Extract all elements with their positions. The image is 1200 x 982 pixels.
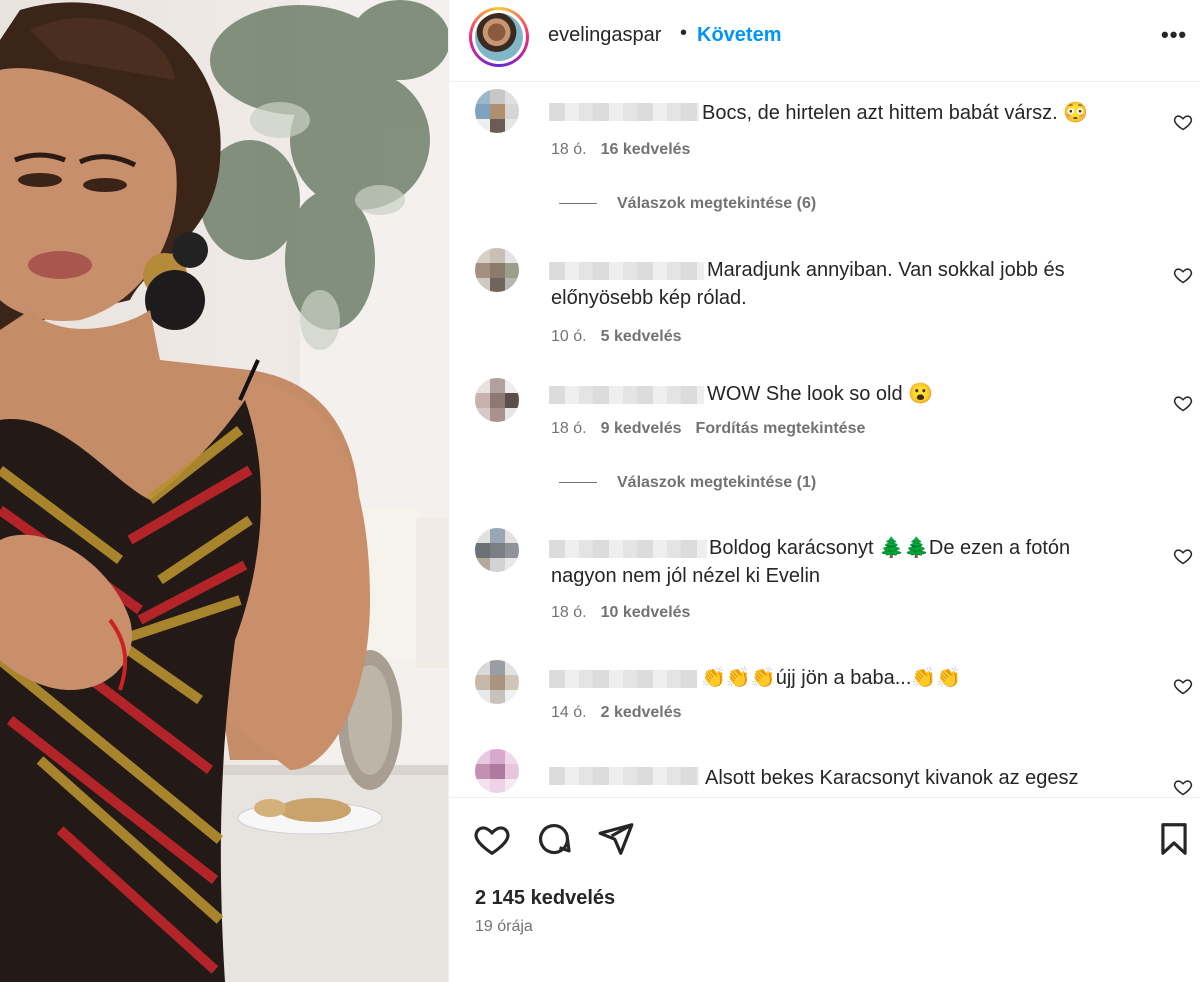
post-likes-count[interactable]: 2 145 kedvelés [475,887,615,910]
clapping-hands-icon: 👏👏 [911,667,962,689]
header-separator: • [680,22,688,44]
heart-icon[interactable] [1173,777,1193,797]
comment-meta: 18 ó. 9 kedvelés Fordítás megtekintése [551,420,866,437]
commenter-avatar[interactable] [475,248,519,292]
surprised-face-icon: 😮 [908,383,934,405]
comment-meta: 18 ó. 10 kedvelés [551,604,691,621]
post-timestamp: 19 órája [475,918,533,935]
comments-list: Bocs, de hirtelen azt hittem babát vársz… [449,83,1200,797]
commenter-avatar[interactable] [475,660,519,704]
view-replies-button[interactable]: Válaszok megtekintése (1) [559,474,816,492]
heart-icon[interactable] [1173,546,1193,566]
comment-likes-count[interactable]: 5 kedvelés [601,328,682,345]
author-username[interactable]: evelingaspar [548,24,661,47]
follow-button[interactable]: Követem [697,24,781,47]
share-icon[interactable] [597,820,635,858]
comment-text: Alsott bekes Karacsonyt kivanok az egesz [705,767,1079,789]
commenter-avatar[interactable] [475,378,519,422]
comment-meta: 10 ó. 5 kedvelés [551,328,682,345]
bookmark-icon[interactable] [1155,820,1193,858]
commenter-avatar[interactable] [475,749,519,793]
christmas-tree-icon: 🌲🌲 [879,537,929,559]
commenter-username-blurred[interactable] [549,767,699,785]
comment-meta: 18 ó. 16 kedvelés [551,141,691,158]
more-options-icon[interactable]: ••• [1161,22,1187,48]
heart-icon[interactable] [1173,676,1193,696]
comment-text: WOW She look so old 😮 [707,383,934,405]
commenter-username-blurred[interactable] [549,386,704,404]
commenter-username-blurred[interactable] [549,670,697,688]
view-replies-button[interactable]: Válaszok megtekintése (6) [559,195,816,213]
comment-text: Maradjunk annyiban. Van sokkal jobb és e… [551,259,1065,309]
clapping-hands-icon: 👏👏👏 [701,667,776,689]
post-actions: 2 145 kedvelés 19 órája [449,797,1200,982]
comment-likes-count[interactable]: 10 kedvelés [601,604,691,621]
heart-icon[interactable] [1173,112,1193,132]
heart-icon[interactable] [1173,265,1193,285]
comment-text: Boldog karácsonyt 🌲🌲De ezen a fotón nagy… [551,537,1071,587]
comment-meta: 14 ó. 2 kedvelés [551,704,682,721]
heart-icon[interactable] [473,820,511,858]
author-avatar[interactable] [469,7,529,67]
commenter-avatar[interactable] [475,89,519,133]
comment-text: 👏👏👏újj jön a baba...👏👏 [701,667,962,689]
post-header: evelingaspar • Követem ••• [449,0,1200,82]
post-detail-panel: evelingaspar • Követem ••• Bocs, de hirt… [448,0,1200,982]
see-translation-button[interactable]: Fordítás megtekintése [696,420,866,437]
commenter-avatar[interactable] [475,528,519,572]
comment-text: Bocs, de hirtelen azt hittem babát vársz… [702,102,1089,124]
post-photo-illustration [0,0,448,982]
comment-likes-count[interactable]: 9 kedvelés [601,420,682,437]
comment-icon[interactable] [535,820,573,858]
heart-icon[interactable] [1173,393,1193,413]
post-photo [0,0,448,982]
comment-likes-count[interactable]: 16 kedvelés [601,141,691,158]
comment-likes-count[interactable]: 2 kedvelés [601,704,682,721]
flushed-face-icon: 😳 [1063,102,1089,124]
commenter-username-blurred[interactable] [549,103,699,121]
